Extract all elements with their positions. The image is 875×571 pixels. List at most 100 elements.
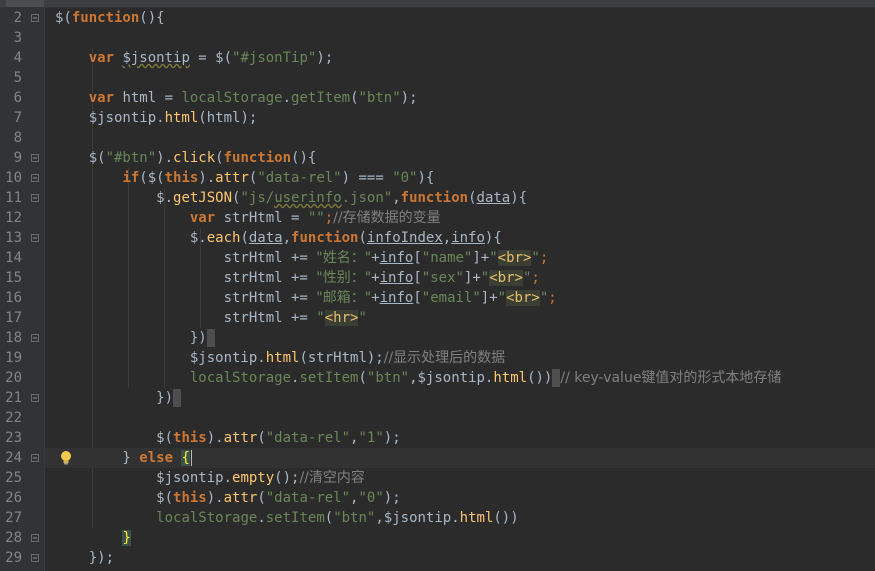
fold-marker-icon[interactable] — [31, 534, 39, 542]
code-token: ){ — [510, 190, 528, 206]
code-line-text: localStorage.setItem("btn",$jsontip.html… — [55, 508, 519, 528]
code-line[interactable]: localStorage.setItem("btn",$jsontip.html… — [45, 508, 875, 528]
code-line[interactable]: strHtml += "邮箱："+info["email"]+"<br>"; — [45, 288, 875, 308]
line-number: 16 — [5, 290, 22, 306]
line-number: 20 — [5, 370, 22, 386]
code-line[interactable]: $jsontip.html(html); — [45, 108, 875, 128]
code-token: localStorage — [181, 90, 283, 106]
code-token: function — [71, 10, 140, 26]
line-number: 3 — [13, 30, 22, 46]
code-token: "data-rel" — [257, 170, 342, 186]
code-token: info — [379, 250, 414, 266]
fold-marker-icon[interactable] — [31, 334, 39, 342]
code-line[interactable]: } else { — [45, 448, 875, 468]
code-token: else — [139, 450, 174, 466]
code-line[interactable] — [45, 408, 875, 428]
line-number: 14 — [5, 250, 22, 266]
code-line-text: $(this).attr("data-rel","1"); — [55, 428, 401, 448]
code-line[interactable]: var html = localStorage.getItem("btn"); — [45, 88, 875, 108]
code-token: //清空内容 — [299, 470, 365, 486]
code-token: + — [371, 290, 380, 306]
code-token: $jsontip — [122, 50, 190, 66]
code-line[interactable]: $("#btn").click(function(){ — [45, 148, 875, 168]
code-line[interactable]: $.each(data,function(infoIndex,info){ — [45, 228, 875, 248]
code-editor[interactable]: $(function(){ var $jsontip = $("#jsonTip… — [45, 7, 875, 571]
code-line[interactable]: var $jsontip = $("#jsonTip"); — [45, 48, 875, 68]
lightbulb-icon[interactable] — [59, 450, 73, 466]
code-line[interactable]: strHtml += "<hr>" — [45, 308, 875, 328]
code-token: "btn" — [358, 90, 401, 106]
code-token: strHtml += — [55, 270, 317, 286]
code-token: , — [392, 190, 401, 206]
code-line[interactable]: }) — [45, 328, 875, 348]
fold-marker-icon[interactable] — [31, 14, 39, 22]
code-token: ( — [350, 90, 359, 106]
code-token: //存储数据的变量 — [333, 210, 441, 226]
code-token: localStorage — [156, 510, 258, 526]
code-token: ( — [240, 230, 249, 246]
code-line[interactable]: strHtml += "姓名："+info["name"]+"<br>"; — [45, 248, 875, 268]
code-line[interactable]: localStorage.setItem("btn",$jsontip.html… — [45, 368, 875, 388]
code-token: var — [88, 90, 123, 106]
code-line[interactable] — [45, 128, 875, 148]
code-token: " — [497, 290, 507, 306]
code-line[interactable]: $.getJSON("js/userinfo.json",function(da… — [45, 188, 875, 208]
code-line[interactable]: }); — [45, 548, 875, 568]
code-line[interactable]: $(function(){ — [45, 8, 875, 28]
fold-marker-icon[interactable] — [31, 454, 39, 462]
code-token: ( — [257, 430, 266, 446]
code-line[interactable] — [45, 68, 875, 88]
code-token: //显示处理后的数据 — [383, 350, 506, 366]
code-token: "data-rel" — [265, 490, 351, 506]
code-token: strHtml = — [223, 210, 308, 226]
code-token: " — [489, 250, 498, 266]
code-token: "0" — [358, 490, 384, 506]
code-line-text: localStorage.setItem("btn",$jsontip.html… — [55, 368, 781, 388]
code-line-text: }); — [55, 548, 114, 568]
code-token: "name" — [421, 250, 473, 266]
code-line[interactable]: if($(this).attr("data-rel") === "0"){ — [45, 168, 875, 188]
fold-marker-icon[interactable] — [31, 154, 39, 162]
code-token: ]+ — [463, 270, 481, 286]
code-token: " — [539, 290, 549, 306]
code-token: }) — [55, 330, 207, 346]
code-line[interactable]: $jsontip.html(strHtml);//显示处理后的数据 — [45, 348, 875, 368]
fold-marker-icon[interactable] — [31, 394, 39, 402]
line-number-gutter[interactable]: 2 3 4 5 6 7 8 9 10 11 12 13 14 15 16 17 18 19 20 21 22 23 24 25… — [0, 7, 45, 571]
code-token: ); — [316, 50, 334, 66]
code-token: (){ — [291, 150, 317, 166]
code-line[interactable]: } — [45, 528, 875, 548]
code-token: info — [451, 230, 485, 246]
code-token: ()) — [493, 510, 519, 526]
code-token: } — [122, 530, 131, 546]
fold-marker-icon[interactable] — [31, 174, 39, 182]
code-line-text: }) — [55, 388, 182, 408]
code-token: }); — [55, 550, 115, 566]
code-line[interactable]: strHtml += "性别："+info["sex"]+"<br>"; — [45, 268, 875, 288]
line-number: 21 — [5, 390, 22, 406]
code-line[interactable]: }) — [45, 388, 875, 408]
code-line-text: $jsontip.empty();//清空内容 — [55, 468, 365, 488]
code-line[interactable]: $(this).attr("data-rel","0"); — [45, 488, 875, 508]
code-line[interactable] — [45, 28, 875, 48]
code-token: data — [476, 190, 511, 206]
code-token: [ — [413, 290, 422, 306]
line-number: 10 — [5, 170, 22, 186]
fold-marker-icon[interactable] — [31, 234, 39, 242]
code-token: ). — [206, 490, 224, 506]
code-line[interactable]: $jsontip.empty();//清空内容 — [45, 468, 875, 488]
fold-marker-icon[interactable] — [31, 194, 39, 202]
code-token: ){ — [484, 230, 502, 246]
code-line-text: }) — [55, 328, 215, 348]
editor-tab[interactable] — [6, 0, 44, 7]
code-token: "email" — [421, 290, 481, 306]
code-token: "性别：" — [316, 270, 372, 286]
code-line[interactable]: $(this).attr("data-rel","1"); — [45, 428, 875, 448]
code-token: + — [371, 250, 380, 266]
line-number: 15 — [5, 270, 22, 286]
code-line[interactable]: var strHtml = "";//存储数据的变量 — [45, 208, 875, 228]
fold-marker-icon[interactable] — [31, 554, 39, 562]
